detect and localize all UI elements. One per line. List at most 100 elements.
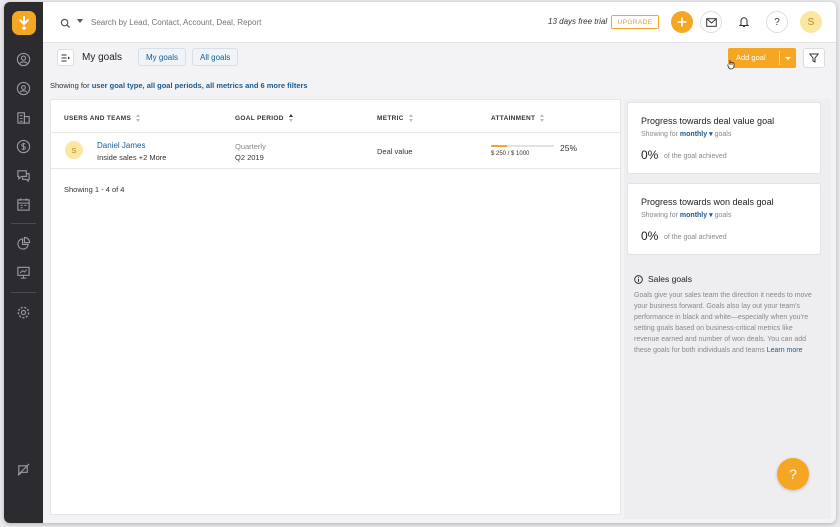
column-header-users-and-teams[interactable]: USERS AND TEAMS — [64, 114, 141, 122]
column-header-metric[interactable]: METRIC — [377, 114, 414, 122]
sales-goals-info-title: Sales goals — [634, 274, 692, 284]
filter-summary-link[interactable]: user goal type, all goal periods, all me… — [92, 81, 308, 90]
info-body-text: Goals give your sales team the direction… — [634, 292, 812, 355]
goal-owner-link[interactable]: Daniel James — [97, 141, 145, 150]
calendar-icon — [17, 198, 30, 211]
sales-goals-info-text: Goals give your sales team the direction… — [634, 290, 819, 357]
card-sub-prefix: Showing for — [641, 212, 678, 219]
sort-icon — [136, 114, 141, 122]
dollar-icon — [16, 139, 31, 154]
question-icon: ? — [774, 16, 780, 28]
table-header-divider — [51, 132, 620, 133]
card-sub-suffix: goals — [714, 212, 732, 219]
goal-owner-team: Inside sales +2 More — [97, 153, 167, 162]
period-dropdown[interactable]: monthly ▾ — [680, 212, 713, 219]
notifications-button[interactable] — [738, 15, 750, 33]
chevron-down-icon: ▾ — [709, 212, 713, 219]
user-circle-icon — [16, 52, 31, 67]
plus-icon — [677, 17, 687, 27]
sidebar-item-accounts[interactable] — [15, 109, 32, 126]
cursor-icon — [727, 57, 736, 75]
attainment-progress-fill — [491, 145, 507, 147]
list-toggle-icon — [61, 54, 70, 61]
tab-all-goals[interactable]: All goals — [192, 48, 239, 66]
page-title: My goals — [82, 52, 123, 63]
building-icon — [17, 112, 30, 124]
contacts-icon — [16, 81, 31, 96]
pie-chart-icon — [17, 236, 31, 250]
sort-icon — [540, 114, 545, 122]
card-value: 0% — [641, 229, 659, 243]
period-dropdown-label: monthly — [679, 212, 708, 219]
period-dropdown-label: monthly — [679, 131, 708, 138]
app-window: 13 days free trial UPGRADE ? S My goals … — [4, 2, 836, 523]
deal-value-goal-card: Progress towards deal value goal Showing… — [627, 102, 821, 174]
list-view-toggle[interactable] — [57, 49, 74, 66]
help-chat-button[interactable]: ? — [777, 458, 809, 490]
search-scope-caret[interactable] — [77, 19, 83, 23]
add-goal-button[interactable]: Add goal — [728, 48, 796, 68]
column-header-label: ATTAINMENT — [491, 114, 536, 122]
logo-icon — [19, 16, 29, 30]
goal-period: Q2 2019 — [235, 153, 264, 162]
column-header-label: METRIC — [377, 114, 404, 122]
user-avatar[interactable]: S — [800, 11, 822, 33]
card-title: Progress towards won deals goal — [641, 197, 774, 207]
column-header-attainment[interactable]: ATTAINMENT — [491, 114, 545, 122]
avatar: S — [65, 141, 83, 159]
gear-icon — [17, 306, 30, 319]
sidebar-item-goals[interactable] — [15, 264, 32, 281]
goals-table: USERS AND TEAMS GOAL PERIOD METRIC ATTAI… — [50, 99, 621, 515]
goals-toolbar: My goals My goals All goals Add goal — [43, 43, 836, 72]
help-menu-button[interactable]: ? — [766, 11, 788, 33]
filter-button[interactable] — [803, 48, 825, 68]
sidebar-item-settings[interactable] — [15, 304, 32, 321]
card-value-note: of the goal achieved — [664, 153, 727, 160]
mail-button[interactable] — [700, 11, 722, 33]
sidebar-item-deals[interactable] — [15, 138, 32, 155]
info-title-text: Sales goals — [648, 274, 692, 284]
card-value: 0% — [641, 148, 659, 162]
tab-my-goals[interactable]: My goals — [138, 48, 187, 66]
filter-icon — [809, 53, 819, 63]
info-icon — [634, 274, 643, 284]
column-header-label: USERS AND TEAMS — [64, 114, 132, 122]
filter-summary-prefix: Showing for — [50, 81, 90, 90]
learn-more-link[interactable]: Learn more — [767, 347, 803, 354]
sort-ascending-icon — [288, 114, 294, 122]
goal-summary-panel: Progress towards deal value goal Showing… — [624, 99, 831, 519]
mail-icon — [705, 17, 717, 27]
megaphone-icon — [17, 463, 30, 476]
goal-metric: Deal value — [377, 147, 413, 156]
period-dropdown[interactable]: monthly ▾ — [680, 131, 713, 138]
quick-add-button[interactable] — [671, 11, 693, 33]
card-subtitle: Showing for monthly ▾ goals — [641, 130, 731, 138]
sidebar-item-leads[interactable] — [15, 51, 32, 68]
sort-icon — [408, 114, 414, 122]
chat-icon — [17, 170, 30, 183]
sidebar-item-reports[interactable] — [15, 235, 32, 252]
sidebar-item-calendar[interactable] — [15, 196, 32, 213]
question-icon: ? — [789, 466, 797, 482]
sidebar-item-conversations[interactable] — [15, 167, 32, 184]
app-logo[interactable] — [12, 11, 36, 35]
chevron-down-icon: ▾ — [709, 131, 713, 138]
sidebar-item-announcements[interactable] — [15, 461, 32, 478]
attainment-progress-bar — [491, 145, 554, 147]
add-goal-dropdown-icon[interactable] — [785, 57, 791, 60]
pagination-text: Showing 1 - 4 of 4 — [64, 185, 125, 194]
trial-text: 13 days free trial — [548, 17, 608, 26]
sidebar-item-contacts[interactable] — [15, 80, 32, 97]
table-row-divider — [51, 168, 620, 169]
attainment-amount: $ 250 / $ 1000 — [491, 151, 530, 157]
sidebar — [4, 2, 43, 523]
filter-summary: Showing for user goal type, all goal per… — [50, 81, 308, 90]
search-input[interactable] — [91, 14, 331, 30]
search-icon[interactable] — [60, 16, 71, 34]
card-sub-prefix: Showing for — [641, 131, 678, 138]
column-header-goal-period[interactable]: GOAL PERIOD — [235, 114, 294, 122]
goal-period-type: Quarterly — [235, 142, 266, 151]
add-goal-label: Add goal — [736, 53, 766, 62]
bell-icon — [738, 17, 750, 27]
upgrade-button[interactable]: UPGRADE — [611, 15, 659, 29]
